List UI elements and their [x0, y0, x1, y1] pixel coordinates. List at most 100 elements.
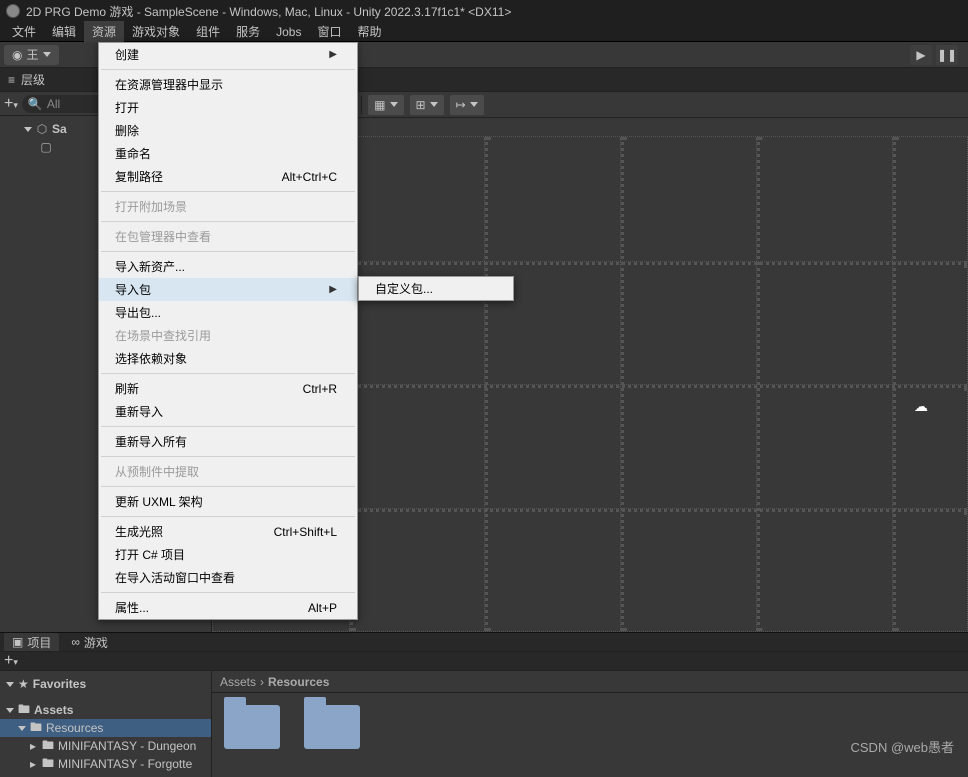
menu-item-12[interactable]: 导入新资产...: [99, 255, 357, 278]
hierarchy-icon: ≡: [8, 73, 15, 87]
scene-name: Sa: [52, 122, 67, 136]
menu-component[interactable]: 组件: [188, 21, 228, 42]
project-folder-tree: ★ Favorites 🖿 Assets 🖿 Resources ▸ 🖿 MIN…: [0, 671, 212, 777]
pause-button[interactable]: ❚❚: [936, 45, 958, 65]
chevron-down-icon: [430, 102, 438, 107]
user-icon: ◉: [12, 48, 22, 62]
menubar: 文件 编辑 资源 游戏对象 组件 服务 Jobs 窗口 帮助: [0, 22, 968, 42]
expand-arrow-icon[interactable]: [18, 726, 26, 731]
gameobject-icon: ▢: [40, 141, 52, 153]
menu-separator: [101, 516, 355, 517]
asset-thumbnails: [212, 693, 968, 777]
menu-separator: [101, 456, 355, 457]
menu-item-29[interactable]: 在导入活动窗口中查看: [99, 566, 357, 589]
account-dropdown[interactable]: ◉ 王: [4, 45, 59, 65]
menu-separator: [101, 373, 355, 374]
menu-item-4[interactable]: 删除: [99, 119, 357, 142]
app-icon: [6, 4, 20, 18]
play-button[interactable]: ▶: [910, 45, 932, 65]
menu-item-3[interactable]: 打开: [99, 96, 357, 119]
menu-jobs[interactable]: Jobs: [268, 23, 309, 41]
snap-button[interactable]: ⊞: [410, 95, 444, 115]
menu-item-27[interactable]: 生成光照Ctrl+Shift+L: [99, 520, 357, 543]
folder-stack-icon: ▣: [12, 635, 23, 649]
folder-icon: 🖿: [18, 700, 30, 721]
chevron-down-icon: [390, 102, 398, 107]
menu-item-16[interactable]: 选择依赖对象: [99, 347, 357, 370]
menu-separator: [101, 426, 355, 427]
resources-folder-row[interactable]: 🖿 Resources: [0, 719, 211, 737]
folder-thumbnail[interactable]: [224, 705, 280, 749]
folder-thumbnail[interactable]: [304, 705, 360, 749]
chevron-down-icon: [470, 102, 478, 107]
user-label: 王: [26, 46, 38, 63]
menu-item-14[interactable]: 导出包...: [99, 301, 357, 324]
expand-arrow-icon[interactable]: [24, 127, 32, 132]
menu-item-13[interactable]: 导入包▶: [99, 278, 357, 301]
breadcrumb-part-0[interactable]: Assets: [220, 675, 256, 689]
menu-separator: [101, 592, 355, 593]
breadcrumb-part-1[interactable]: Resources: [268, 675, 329, 689]
menu-window[interactable]: 窗口: [309, 21, 349, 42]
menu-item-10: 在包管理器中查看: [99, 225, 357, 248]
menu-item-23: 从预制件中提取: [99, 460, 357, 483]
project-content: Assets › Resources: [212, 671, 968, 777]
project-body: ★ Favorites 🖿 Assets 🖿 Resources ▸ 🖿 MIN…: [0, 671, 968, 777]
unity-scene-icon: ⬡: [36, 123, 48, 135]
menu-item-28[interactable]: 打开 C# 项目: [99, 543, 357, 566]
menu-item-25[interactable]: 更新 UXML 架构: [99, 490, 357, 513]
expand-arrow-icon[interactable]: ▸: [30, 757, 38, 771]
add-asset-button[interactable]: +▾: [4, 652, 18, 670]
menu-file[interactable]: 文件: [4, 21, 44, 42]
star-icon: ★: [18, 677, 29, 691]
menu-separator: [101, 69, 355, 70]
expand-arrow-icon[interactable]: [6, 682, 14, 687]
folder-icon: 🖿: [42, 754, 54, 775]
menu-item-custom-package[interactable]: 自定义包...: [359, 277, 513, 300]
menu-item-8: 打开附加场景: [99, 195, 357, 218]
add-gameobject-button[interactable]: +▾: [4, 95, 18, 113]
expand-arrow-icon[interactable]: ▸: [30, 739, 38, 753]
menu-separator: [101, 251, 355, 252]
window-title: 2D PRG Demo 游戏 - SampleScene - Windows, …: [26, 3, 511, 20]
breadcrumb: Assets › Resources: [212, 671, 968, 693]
import-package-submenu: 自定义包...: [358, 276, 514, 301]
menu-item-6[interactable]: 复制路径Alt+Ctrl+C: [99, 165, 357, 188]
cloud-gizmo-icon: ☁: [914, 398, 928, 415]
submenu-arrow-icon: ▶: [329, 49, 337, 60]
search-icon: 🔍: [28, 97, 43, 111]
menu-services[interactable]: 服务: [228, 21, 268, 42]
menu-edit[interactable]: 编辑: [44, 21, 84, 42]
menu-item-18[interactable]: 刷新Ctrl+R: [99, 377, 357, 400]
tab-project[interactable]: ▣ 项目: [4, 633, 59, 651]
increment-button[interactable]: ↦: [450, 95, 484, 115]
menu-separator: [101, 191, 355, 192]
favorites-row[interactable]: ★ Favorites: [0, 675, 211, 693]
menu-separator: [101, 221, 355, 222]
project-panel: ▣ 项目 ∞ 游戏 +▾ ★ Favorites 🖿 Assets 🖿: [0, 632, 968, 760]
assets-folder-row[interactable]: 🖿 Assets: [0, 701, 211, 719]
menu-help[interactable]: 帮助: [349, 21, 389, 42]
subfolder-row-1[interactable]: ▸ 🖿 MINIFANTASY - Dungeon: [0, 737, 211, 755]
menu-item-2[interactable]: 在资源管理器中显示: [99, 73, 357, 96]
grid-snap-dropdown[interactable]: ▦: [368, 95, 403, 115]
tab-game[interactable]: ∞ 游戏: [63, 633, 116, 651]
ruler-icon: ↦: [456, 98, 466, 112]
grid-icon: ▦: [374, 98, 385, 112]
menu-item-19[interactable]: 重新导入: [99, 400, 357, 423]
subfolder-row-2[interactable]: ▸ 🖿 MINIFANTASY - Forgotte: [0, 755, 211, 773]
hierarchy-label: 层级: [21, 71, 45, 88]
menu-item-15: 在场景中查找引用: [99, 324, 357, 347]
menu-separator: [101, 486, 355, 487]
window-titlebar: 2D PRG Demo 游戏 - SampleScene - Windows, …: [0, 0, 968, 22]
play-controls: ▶ ❚❚: [910, 45, 958, 65]
menu-item-5[interactable]: 重命名: [99, 142, 357, 165]
menu-gameobject[interactable]: 游戏对象: [124, 21, 188, 42]
expand-arrow-icon[interactable]: [6, 708, 14, 713]
menu-item-31[interactable]: 属性...Alt+P: [99, 596, 357, 619]
menu-assets[interactable]: 资源: [84, 21, 124, 42]
watermark: CSDN @web愚者: [851, 737, 955, 756]
project-toolbar: +▾: [0, 652, 968, 671]
menu-item-21[interactable]: 重新导入所有: [99, 430, 357, 453]
menu-item-0[interactable]: 创建▶: [99, 43, 357, 66]
